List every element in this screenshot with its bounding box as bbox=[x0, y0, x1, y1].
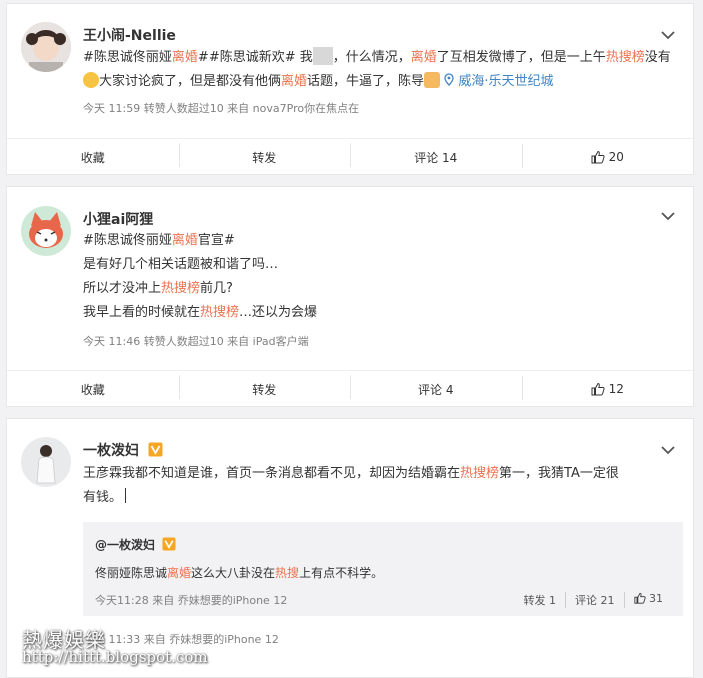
like-button[interactable]: 12 bbox=[521, 376, 694, 400]
text-line: 是有好几个相关话题被和谐了吗… bbox=[83, 257, 279, 272]
highlight-keyword: 热搜榜 bbox=[460, 466, 500, 481]
highlight-keyword: 离婚 bbox=[410, 50, 437, 65]
username[interactable]: 王小闹-Nellie bbox=[83, 25, 176, 45]
location-link[interactable]: 威海·乐天世纪城 bbox=[444, 73, 553, 89]
location-pin-icon bbox=[444, 73, 454, 86]
thumbs-up-emoji-icon bbox=[424, 72, 441, 88]
weibo-post-1: 王小闹-Nellie #陈思诚佟丽娅离婚##陈思诚新欢# 我，什么情况，离婚了互… bbox=[6, 3, 694, 175]
masked-image bbox=[312, 47, 333, 65]
highlight-keyword: 热搜榜 bbox=[161, 281, 201, 296]
chevron-down-icon[interactable] bbox=[659, 28, 677, 42]
action-bar: 收藏 转发 评论 4 12 bbox=[7, 370, 693, 407]
repost-username[interactable]: @一枚泼妇 bbox=[95, 536, 176, 553]
chevron-down-icon[interactable] bbox=[659, 443, 677, 457]
topic-link[interactable]: #陈思诚佟丽娅离婚官宣# bbox=[83, 233, 235, 248]
verified-badge-icon bbox=[148, 442, 163, 457]
thumbs-up-icon bbox=[591, 150, 605, 164]
highlight-keyword: 热搜榜 bbox=[605, 50, 645, 65]
highlight-keyword: 离婚 bbox=[281, 74, 308, 89]
repost-meta: 今天11:28 来自 乔妹想要的iPhone 12 bbox=[95, 594, 288, 607]
weibo-post-3: 一枚泼妇 王彦霖我都不知道是谁，首页一条消息都看不见，却因为结婚霸在热搜榜第一，… bbox=[6, 418, 694, 678]
action-bar: 收藏 转发 评论 14 20 bbox=[7, 138, 693, 175]
thinking-emoji-icon bbox=[83, 72, 99, 88]
thumbs-up-icon bbox=[633, 592, 646, 604]
repost-block[interactable]: @一枚泼妇 佟丽娅陈思诚离婚这么大八卦没在热搜上有点不科学。 今天11:28 来… bbox=[83, 522, 683, 616]
avatar[interactable] bbox=[21, 22, 71, 72]
weibo-post-2: 小狸ai阿狸 #陈思诚佟丽娅离婚官宣# 是有好几个相关话题被和谐了吗… 所以才没… bbox=[6, 186, 694, 407]
post-meta: 今天 11:46 转赞人数超过10 来自 iPad客户端 bbox=[83, 335, 309, 348]
post-text: #陈思诚佟丽娅离婚##陈思诚新欢# 我，什么情况，离婚了互相发微博了，但是一上午… bbox=[83, 46, 675, 94]
collect-button[interactable]: 收藏 bbox=[7, 149, 179, 166]
collect-button[interactable]: 收藏 bbox=[7, 381, 179, 398]
thumbs-up-icon bbox=[591, 382, 605, 396]
avatar[interactable] bbox=[21, 437, 71, 487]
post-meta: 今天 11:33 来自 乔妹想要的iPhone 12 bbox=[83, 633, 279, 646]
topic-link[interactable]: #陈思诚佟丽娅离婚##陈思诚新欢# 我 bbox=[83, 50, 313, 65]
repost-comment-button[interactable]: 评论 21 bbox=[566, 592, 625, 608]
username[interactable]: 小狸ai阿狸 bbox=[83, 209, 153, 229]
text-cursor bbox=[125, 488, 127, 503]
post-text: #陈思诚佟丽娅离婚官宣# 是有好几个相关话题被和谐了吗… 所以才没冲上热搜榜前几… bbox=[83, 229, 675, 325]
post-text: 王彦霖我都不知道是谁，首页一条消息都看不见，却因为结婚霸在热搜榜第一，我猜TA一… bbox=[83, 466, 619, 505]
repost-actions: 转发 1 评论 21 31 bbox=[515, 592, 663, 608]
repost-button[interactable]: 转发 bbox=[178, 142, 351, 167]
repost-like-button[interactable]: 31 bbox=[625, 592, 663, 608]
highlight-keyword: 热搜榜 bbox=[200, 305, 240, 320]
avatar[interactable] bbox=[21, 206, 71, 256]
repost-forward-button[interactable]: 转发 1 bbox=[515, 592, 566, 608]
post-meta: 今天 11:59 转赞人数超过10 来自 nova7Pro你在焦点在 bbox=[83, 102, 360, 115]
like-button[interactable]: 20 bbox=[521, 144, 694, 168]
comment-button[interactable]: 评论 4 bbox=[350, 374, 522, 399]
comment-button[interactable]: 评论 14 bbox=[350, 142, 522, 167]
chevron-down-icon[interactable] bbox=[659, 209, 677, 223]
repost-button[interactable]: 转发 bbox=[178, 374, 351, 399]
repost-text: 佟丽娅陈思诚离婚这么大八卦没在热搜上有点不科学。 bbox=[95, 566, 384, 580]
watermark-url: http://hittt.blogspot.com bbox=[22, 648, 208, 666]
username[interactable]: 一枚泼妇 bbox=[83, 440, 163, 460]
verified-badge-icon bbox=[162, 537, 176, 551]
